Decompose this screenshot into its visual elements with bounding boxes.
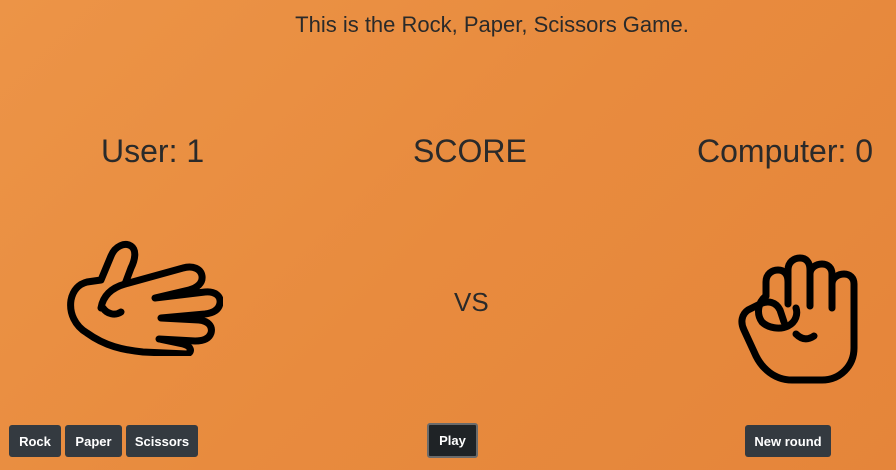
paper-button[interactable]: Paper [65,425,122,457]
new-round-button[interactable]: New round [745,425,831,457]
paper-hand-icon [67,240,223,356]
scissors-button[interactable]: Scissors [126,425,198,457]
score-heading: SCORE [413,133,527,169]
scoreboard: User: 1 SCORE Computer: 0 [0,133,896,177]
versus-label: VS [454,287,489,317]
computer-score: Computer: 0 [697,133,874,169]
page-title: This is the Rock, Paper, Scissors Game. [295,12,689,37]
rock-button[interactable]: Rock [9,425,61,457]
user-score: User: 1 [101,133,205,169]
play-button[interactable]: Play [427,423,478,458]
rock-fist-icon [738,254,858,384]
